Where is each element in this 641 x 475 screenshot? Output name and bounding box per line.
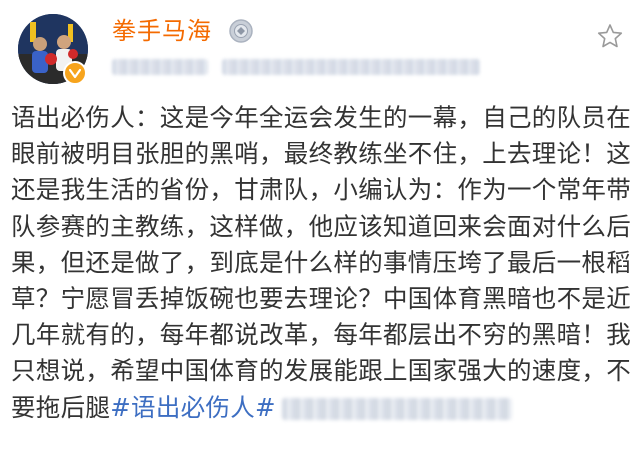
hashtag-link[interactable]: #语出必伤人#	[110, 393, 276, 422]
trailing-blurred-text	[281, 397, 512, 420]
medal-icon	[228, 18, 254, 44]
author-name[interactable]: 拳手马海	[112, 14, 212, 48]
post-meta-blurred	[112, 58, 480, 76]
post-body-text: 语出必伤人：这是今年全运会发生的一幕，自己的队员在眼前被明目张胆的黑哨，最终教练…	[11, 103, 631, 422]
verified-badge-icon	[63, 61, 87, 85]
star-outline-icon[interactable]	[596, 22, 624, 50]
post-body: 语出必伤人：这是今年全运会发生的一幕，自己的队员在眼前被明目张胆的黑哨，最终教练…	[11, 100, 633, 426]
